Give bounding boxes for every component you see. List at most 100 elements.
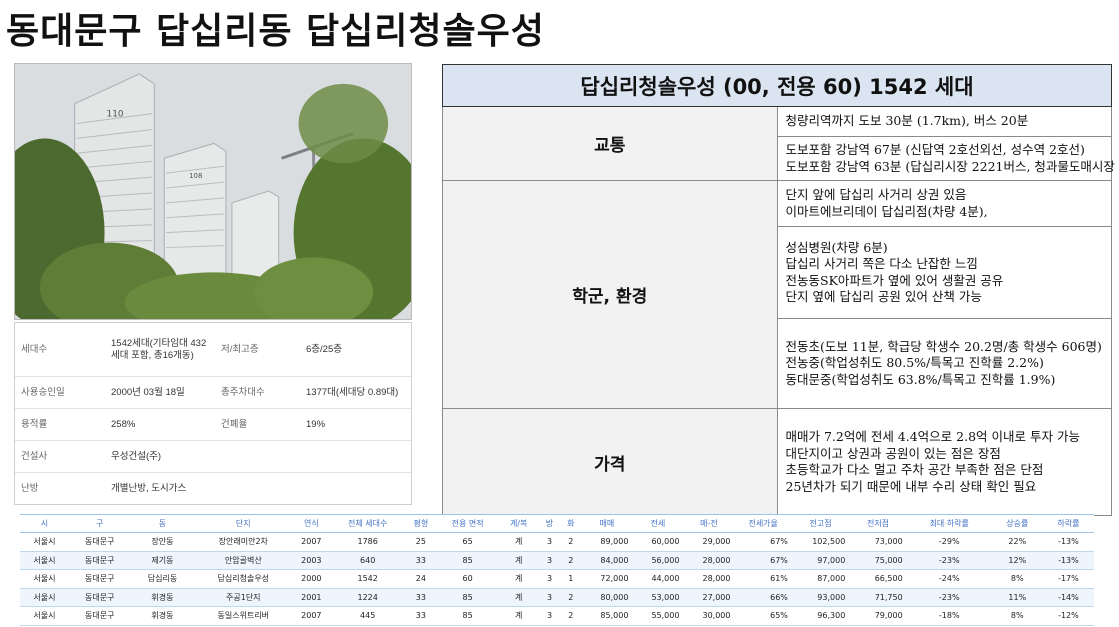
- table-cell: 서울시: [20, 551, 69, 570]
- table-cell: 계: [498, 606, 539, 626]
- table-cell: 24: [404, 569, 437, 589]
- building-number-label: 108: [189, 172, 202, 180]
- summary-line: 초등학교가 다소 멀고 주차 공간 부족한 점은 단점: [785, 462, 1044, 477]
- table-cell: 53,000: [632, 588, 684, 607]
- table-cell: 2: [560, 532, 582, 552]
- table-cell: 65%: [734, 606, 792, 626]
- info-key: [215, 440, 300, 474]
- table-cell: 85: [436, 588, 499, 607]
- info-key: 사용승인일: [15, 376, 105, 410]
- column-header: 전용 면적: [436, 514, 499, 533]
- column-header: 구: [68, 514, 131, 533]
- table-cell: 2: [560, 606, 582, 626]
- table-cell: 3: [538, 532, 561, 552]
- table-cell: 휘경동: [130, 588, 195, 607]
- table-cell: 3: [538, 588, 561, 607]
- table-cell: 답십리청솔우성: [194, 569, 293, 589]
- info-row: 건설사 우성건설(주): [15, 440, 411, 474]
- column-header: 하락률: [1042, 514, 1094, 533]
- table-cell: 계: [498, 569, 539, 589]
- table-cell: 89,000: [581, 532, 633, 552]
- table-cell: 73,000: [849, 532, 907, 552]
- table-cell: 102,500: [791, 532, 850, 552]
- summary-line: 전동초(도보 11분, 학급당 학생수 20.2명/총 학생수 606명): [785, 338, 1102, 354]
- table-cell: 서울시: [20, 606, 69, 626]
- column-header: 시: [20, 514, 69, 533]
- column-header: 평형: [404, 514, 437, 533]
- table-cell: 서울시: [20, 588, 69, 607]
- column-header: 단지: [194, 514, 293, 533]
- summary-line: 25년차가 되기 때문에 내부 수리 상태 확인 필요: [785, 478, 1037, 494]
- table-row: 서울시 동대문구 제기동 안암골벽산 2003 640 33 85 계 3 2 84,000 56,00…: [20, 551, 1094, 570]
- table-row: 서울시 동대문구 휘경동 동일스위트리버 2007 445 33 85 계 3 2 85,000 55,…: [20, 606, 1094, 626]
- summary-line: 매매가 7.2억에 전세 4.4억으로 2.8억 이내로 투자 가능: [785, 429, 1080, 444]
- table-cell: 66%: [734, 588, 792, 607]
- table-cell: 2000: [292, 569, 331, 589]
- column-header: 전세가율: [734, 514, 792, 533]
- table-cell: 445: [330, 606, 405, 626]
- column-header: 전체 세대수: [330, 514, 405, 533]
- info-value: [300, 440, 411, 474]
- table-row: 서울시 동대문구 휘경동 주공1단지 2001 1224 33 85 계 3 2 80,000 53,0…: [20, 588, 1094, 607]
- table-cell: 97,000: [791, 551, 850, 570]
- table-cell: 서울시: [20, 532, 69, 552]
- summary-line: 도보포함 강남역 63분 (답십리시장 2221버스, 청과물도매시장 420): [785, 158, 1119, 174]
- info-key: 건폐율: [215, 408, 300, 442]
- table-cell: 65: [436, 532, 499, 552]
- category-price: 가격: [442, 408, 778, 516]
- column-header: 매-전: [683, 514, 735, 533]
- table-cell: 27,000: [683, 588, 735, 607]
- table-cell: 67%: [734, 551, 792, 570]
- summary-title: 답십리청솔우성 (00, 전용 60) 1542 세대: [442, 64, 1112, 107]
- table-cell: 55,000: [632, 606, 684, 626]
- column-header: 화: [560, 514, 582, 533]
- info-row: 사용승인일 2000년 03월 18일 총주차대수 1377대(세대당 0.89…: [15, 376, 411, 410]
- table-cell: 66,500: [849, 569, 907, 589]
- table-cell: 8%: [991, 569, 1043, 589]
- table-row: 서울시 동대문구 답십리동 답십리청솔우성 2000 1542 24 60 계 3 1 72,000 4…: [20, 569, 1094, 589]
- table-cell: -24%: [906, 569, 992, 589]
- table-cell: 75,000: [849, 551, 907, 570]
- table-cell: 96,300: [791, 606, 850, 626]
- info-value: [300, 473, 411, 504]
- complex-info-table: 세대수 1542세대(기타임대 432세대 포함, 총16개동) 저/최고층 6…: [14, 322, 412, 505]
- table-cell: -13%: [1042, 532, 1094, 552]
- table-cell: 85,000: [581, 606, 633, 626]
- info-row: 용적률 258% 건폐율 19%: [15, 408, 411, 442]
- summary-line: 대단지이고 상권과 공원이 있는 점은 장점: [785, 445, 1001, 461]
- summary-line: 답십리 사거리 쪽은 다소 난잡한 느낌: [785, 256, 978, 271]
- column-header: 동: [130, 514, 195, 533]
- table-cell: 1224: [330, 588, 405, 607]
- summary-line: 단지 옆에 답십리 공원 있어 산책 가능: [785, 289, 982, 304]
- table-cell: 80,000: [581, 588, 633, 607]
- table-cell: 28,000: [683, 551, 735, 570]
- table-cell: 동대문구: [68, 569, 131, 589]
- column-header: 전고점: [791, 514, 850, 533]
- table-cell: 25: [404, 532, 437, 552]
- table-cell: 72,000: [581, 569, 633, 589]
- table-cell: 2007: [292, 606, 331, 626]
- table-cell: 60: [436, 569, 499, 589]
- table-cell: 8%: [991, 606, 1043, 626]
- table-cell: 79,000: [849, 606, 907, 626]
- table-cell: 2001: [292, 588, 331, 607]
- table-cell: 84,000: [581, 551, 633, 570]
- column-header: 매매: [581, 514, 633, 533]
- summary-cell: 청량리역까지 도보 30분 (1.7km), 버스 20분: [776, 106, 1112, 137]
- summary-line: 전농중(학업성취도 80.5%/특목고 진학률 2.2%): [785, 355, 1044, 371]
- table-cell: 33: [404, 551, 437, 570]
- table-cell: 안암골벽산: [194, 551, 293, 570]
- table-cell: -13%: [1042, 551, 1094, 570]
- table-cell: 동일스위트리버: [194, 606, 293, 626]
- table-cell: -14%: [1042, 588, 1094, 607]
- column-header: 상승률: [991, 514, 1043, 533]
- info-value: 1377대(세대당 0.89대): [300, 376, 411, 410]
- column-header: 전세: [632, 514, 684, 533]
- info-value: 19%: [300, 408, 411, 442]
- table-cell: 계: [498, 551, 539, 570]
- category-school-environment: 학군, 환경: [442, 180, 778, 409]
- info-key: 용적률: [15, 408, 105, 442]
- table-cell: 1: [560, 569, 582, 589]
- table-cell: 장안래미안2차: [194, 532, 293, 552]
- summary-cell: 도보포함 강남역 67분 (신답역 2호선외선, 성수역 2호선) 도보포함 강…: [776, 136, 1119, 181]
